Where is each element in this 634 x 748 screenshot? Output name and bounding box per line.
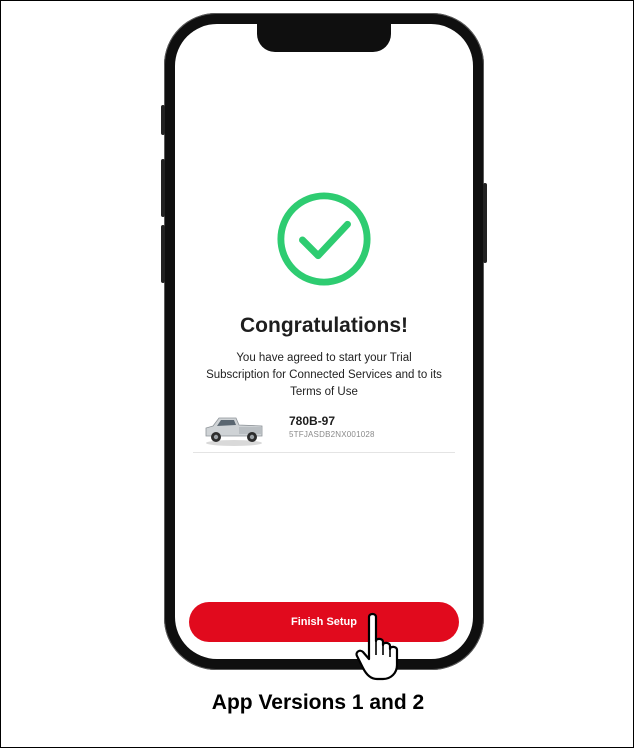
congratulations-title: Congratulations!	[240, 314, 408, 337]
vehicle-row: 780B-97 5TFJASDB2NX001028	[193, 404, 455, 453]
volume-up-button	[161, 159, 165, 217]
mute-switch	[161, 105, 165, 135]
volume-down-button	[161, 225, 165, 283]
vehicle-name: 780B-97	[289, 414, 336, 428]
check-circle-icon	[277, 192, 371, 286]
truck-image	[205, 417, 263, 446]
confirmation-message: You have agreed to start your Trial Subs…	[206, 352, 442, 398]
pointing-hand-icon	[355, 612, 399, 681]
phone-notch	[257, 24, 391, 52]
power-button	[483, 183, 487, 263]
phone-device: Congratulations! You have agreed to star…	[161, 13, 487, 670]
vehicle-vin: 5TFJASDB2NX001028	[289, 430, 375, 439]
figure-frame: Congratulations! You have agreed to star…	[0, 0, 634, 748]
app-screen: Congratulations! You have agreed to star…	[175, 24, 473, 659]
finish-setup-button[interactable]: Finish Setup	[189, 602, 459, 642]
figure-caption: App Versions 1 and 2	[211, 691, 425, 714]
